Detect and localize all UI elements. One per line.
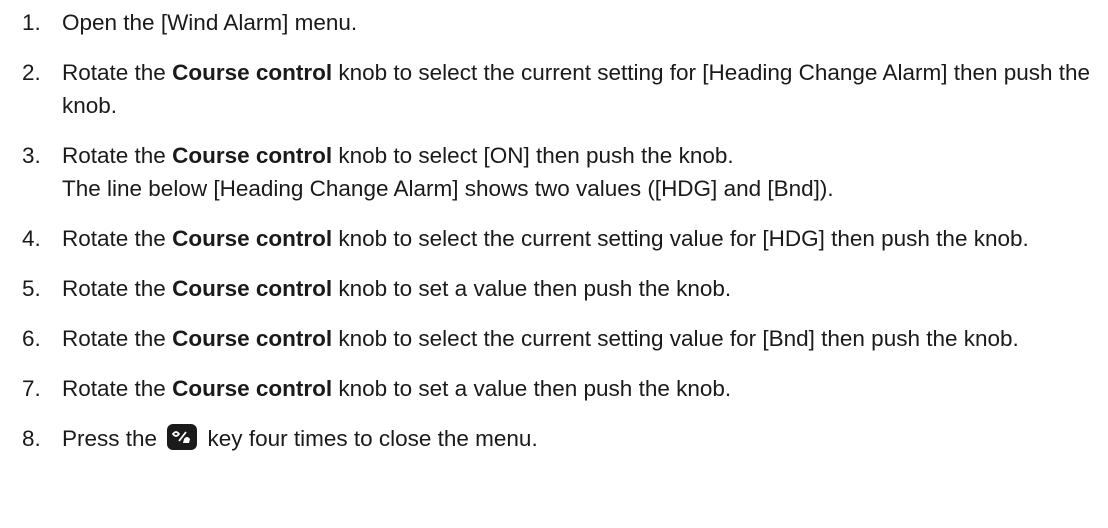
step-6: 6. Rotate the Course control knob to sel…	[22, 322, 1108, 355]
step-text: Rotate the Course control knob to select…	[62, 326, 1019, 351]
step-2: 2. Rotate the Course control knob to sel…	[22, 56, 1108, 122]
step-text: Rotate the Course control knob to set a …	[62, 276, 732, 301]
menu-key-icon	[167, 424, 198, 450]
step-number: 3.	[22, 143, 41, 168]
step-text: Rotate the Course control knob to set a …	[62, 376, 732, 401]
control-name: Course control	[172, 376, 333, 401]
step-7: 7. Rotate the Course control knob to set…	[22, 372, 1108, 405]
control-name: Course control	[172, 226, 333, 251]
step-text: Rotate the Course control knob to select…	[62, 60, 1091, 118]
step-text: Rotate the Course control knob to select…	[62, 143, 834, 201]
step-note: The line below [Heading Change Alarm] sh…	[62, 176, 834, 201]
step-number: 5.	[22, 276, 41, 301]
step-number: 1.	[22, 10, 41, 35]
step-number: 2.	[22, 60, 41, 85]
procedure-steps: 1. Open the [Wind Alarm] menu. 2. Rotate…	[22, 6, 1108, 472]
step-8: 8. Press the key four times to close the…	[22, 422, 1108, 455]
control-name: Course control	[172, 60, 333, 85]
control-name: Course control	[172, 276, 333, 301]
step-text: Rotate the Course control knob to select…	[62, 226, 1029, 251]
control-name: Course control	[172, 143, 333, 168]
step-number: 8.	[22, 426, 41, 451]
step-text: Open the [Wind Alarm] menu.	[62, 10, 358, 35]
step-1: 1. Open the [Wind Alarm] menu.	[22, 6, 1108, 39]
step-4: 4. Rotate the Course control knob to sel…	[22, 222, 1108, 255]
step-number: 6.	[22, 326, 41, 351]
step-number: 4.	[22, 226, 41, 251]
step-number: 7.	[22, 376, 41, 401]
step-text: Press the key four times to close the me…	[62, 424, 538, 451]
step-3: 3. Rotate the Course control knob to sel…	[22, 139, 1108, 205]
step-5: 5. Rotate the Course control knob to set…	[22, 272, 1108, 305]
control-name: Course control	[172, 326, 333, 351]
